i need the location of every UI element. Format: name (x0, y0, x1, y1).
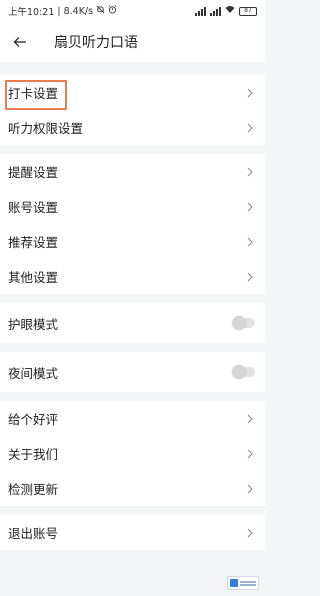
settings-group-night-mode: 夜间模式 (0, 352, 265, 392)
settings-item-label: 推荐设置 (8, 235, 59, 250)
page-title: 扇贝听力口语 (54, 35, 138, 51)
back-button[interactable] (10, 32, 30, 52)
settings-item-night-mode: 夜间模式 (0, 352, 265, 392)
settings-item-label: 护眼模式 (8, 316, 59, 332)
settings-group-eye-care: 护眼模式 (0, 303, 265, 343)
night-mode-toggle[interactable] (232, 365, 255, 379)
settings-item-check-update[interactable]: 检测更新 (0, 471, 265, 506)
status-separator: | (57, 5, 61, 17)
alarm-icon (108, 5, 117, 17)
chevron-right-icon (247, 87, 255, 99)
settings-item-other[interactable]: 其他设置 (0, 259, 265, 294)
settings-item-logout[interactable]: 退出账号 (0, 515, 265, 550)
chevron-right-icon (247, 527, 255, 539)
chevron-right-icon (247, 483, 255, 495)
settings-item-label: 关于我们 (8, 447, 59, 462)
settings-item-recommend[interactable]: 推荐设置 (0, 224, 265, 259)
chevron-right-icon (247, 166, 255, 178)
settings-item-eye-care: 护眼模式 (0, 303, 265, 343)
settings-group-general: 提醒设置 账号设置 推荐设置 其他设置 (0, 154, 265, 294)
settings-item-checkin[interactable]: 打卡设置 (0, 75, 265, 110)
eye-care-toggle[interactable] (232, 316, 255, 330)
settings-group-logout: 退出账号 (0, 515, 265, 550)
chevron-right-icon (247, 236, 255, 248)
toggle-knob (232, 316, 246, 330)
settings-group-about: 给个好评 关于我们 检测更新 (0, 401, 265, 506)
toggle-knob (232, 365, 246, 379)
status-time: 上午10:21 (8, 7, 55, 18)
network-speed: 8.4K/s (63, 5, 94, 17)
chevron-right-icon (247, 271, 255, 283)
chevron-right-icon (247, 413, 255, 425)
arrow-left-icon (13, 37, 26, 47)
signal-icon-2 (210, 6, 221, 16)
settings-item-label: 提醒设置 (8, 165, 59, 180)
settings-item-label: 退出账号 (8, 526, 59, 541)
app-header: 扇贝听力口语 (0, 22, 265, 62)
chevron-right-icon (247, 122, 255, 134)
settings-group-checkin: 打卡设置 听力权限设置 (0, 75, 265, 145)
settings-item-label: 其他设置 (8, 270, 59, 285)
settings-item-label: 听力权限设置 (8, 121, 84, 136)
settings-item-label: 打卡设置 (8, 86, 59, 101)
settings-item-about-us[interactable]: 关于我们 (0, 436, 265, 471)
settings-item-reminder[interactable]: 提醒设置 (0, 154, 265, 189)
watermark-icon (230, 579, 238, 587)
settings-item-label: 夜间模式 (8, 365, 59, 381)
settings-item-listening-permission[interactable]: 听力权限设置 (0, 110, 265, 145)
settings-item-label: 给个好评 (8, 412, 59, 427)
battery-icon: 87 (239, 6, 257, 16)
settings-item-label: 检测更新 (8, 482, 59, 497)
signal-icon (195, 6, 206, 16)
watermark-logo (227, 576, 259, 590)
mute-icon (96, 5, 105, 17)
settings-item-label: 账号设置 (8, 200, 59, 215)
status-bar: 上午10:21 | 8.4K/s 87 (0, 0, 265, 22)
settings-item-rate[interactable]: 给个好评 (0, 401, 265, 436)
settings-item-account[interactable]: 账号设置 (0, 189, 265, 224)
battery-level: 87 (244, 7, 252, 14)
wifi-icon (225, 5, 235, 17)
chevron-right-icon (247, 448, 255, 460)
chevron-right-icon (247, 201, 255, 213)
